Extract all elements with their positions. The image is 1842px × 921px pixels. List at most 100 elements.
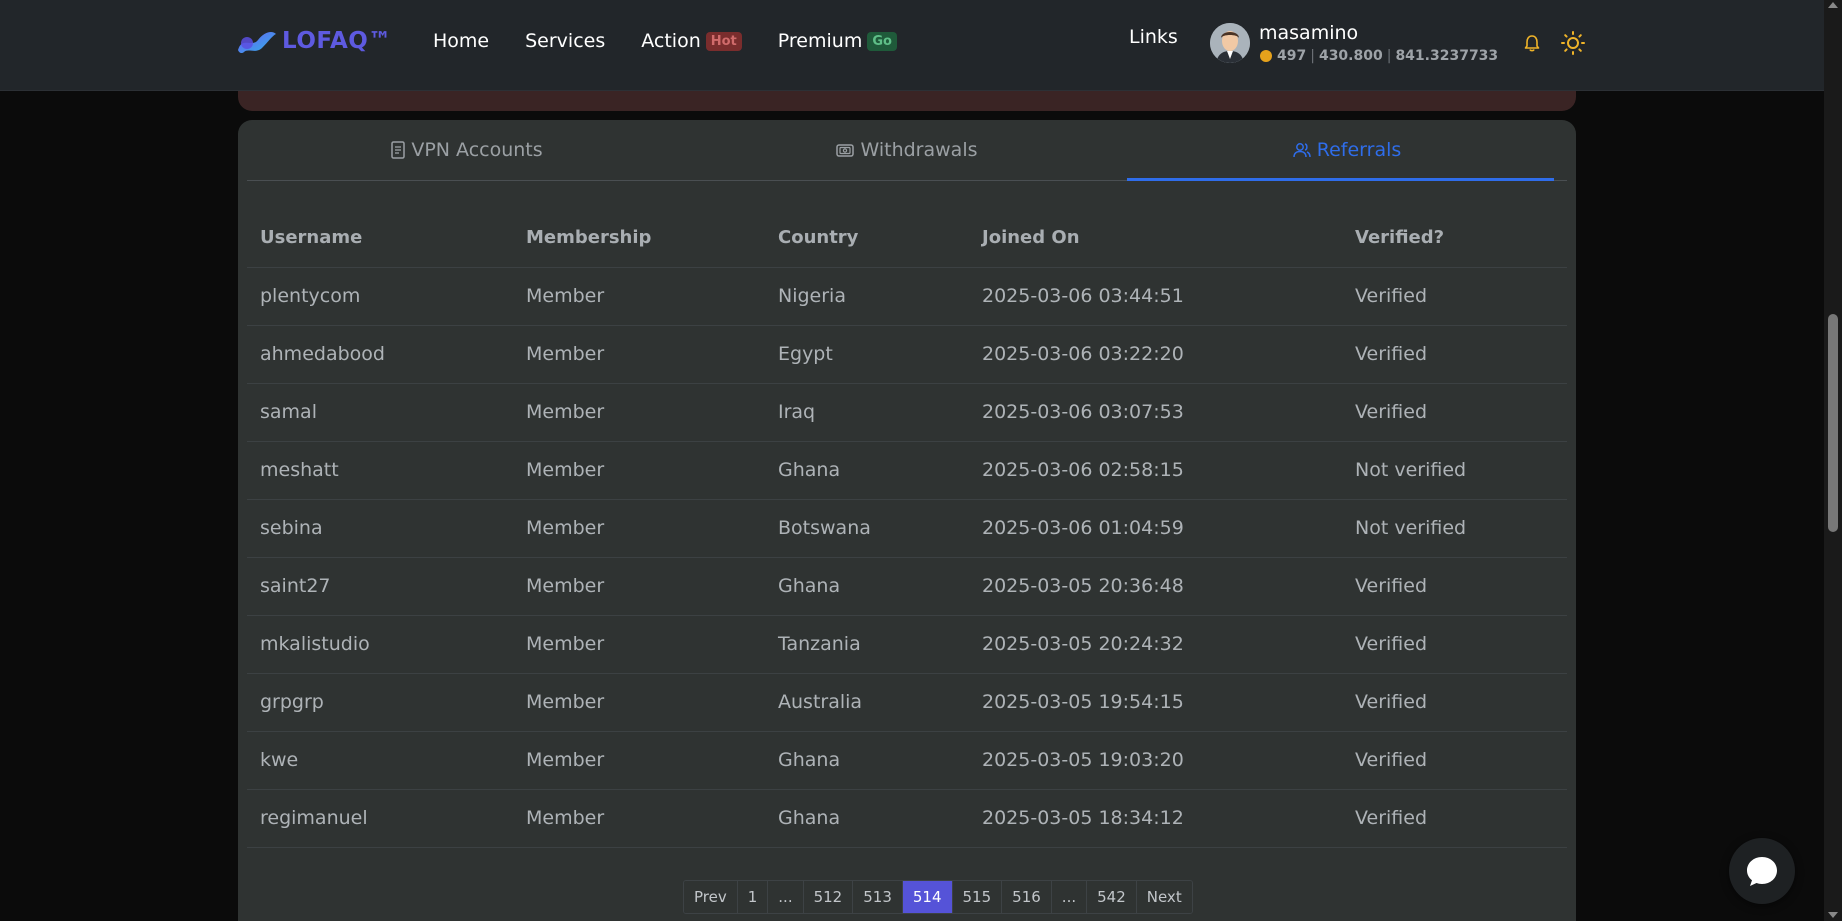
table-row: plentycom Member Nigeria 2025-03-06 03:4… xyxy=(247,267,1567,326)
page-scrollbar[interactable] xyxy=(1824,0,1842,921)
nav-premium[interactable]: Premium Go xyxy=(778,30,897,52)
main-nav: Home Services Action Hot Premium Go xyxy=(433,30,933,52)
cell-joined-on: 2025-03-06 01:04:59 xyxy=(969,499,1342,558)
cell-joined-on: 2025-03-06 03:22:20 xyxy=(969,325,1342,384)
brand-logo-icon xyxy=(238,32,276,54)
avatar[interactable] xyxy=(1210,23,1250,63)
tab-bar: VPN Accounts Withdrawals Referrals xyxy=(247,120,1567,181)
chat-bubble-icon xyxy=(1747,857,1777,886)
cell-username: plentycom xyxy=(247,267,513,326)
coin-icon xyxy=(1260,50,1272,62)
cell-verified: Verified xyxy=(1342,789,1567,848)
cell-membership: Member xyxy=(513,441,765,500)
nav-services[interactable]: Services xyxy=(525,30,605,52)
cell-username: grpgrp xyxy=(247,673,513,732)
cell-joined-on: 2025-03-05 20:36:48 xyxy=(969,557,1342,616)
cell-verified: Verified xyxy=(1342,615,1567,674)
page-button[interactable]: 512 xyxy=(803,881,854,913)
sun-icon[interactable] xyxy=(1561,31,1585,55)
table-row: kwe Member Ghana 2025-03-05 19:03:20 Ver… xyxy=(247,731,1567,790)
chat-button[interactable] xyxy=(1729,838,1795,904)
cell-country: Ghana xyxy=(765,731,969,790)
bell-icon[interactable] xyxy=(1524,34,1540,52)
cell-country: Nigeria xyxy=(765,267,969,326)
scrollbar-thumb[interactable] xyxy=(1828,314,1838,532)
cell-country: Ghana xyxy=(765,789,969,848)
cell-username: mkalistudio xyxy=(247,615,513,674)
cell-country: Australia xyxy=(765,673,969,732)
tab-vpn-accounts[interactable]: VPN Accounts xyxy=(247,120,687,180)
cell-verified: Verified xyxy=(1342,325,1567,384)
page-button-current[interactable]: 514 xyxy=(902,881,953,913)
table-row: regimanuel Member Ghana 2025-03-05 18:34… xyxy=(247,789,1567,848)
cell-verified: Verified xyxy=(1342,557,1567,616)
nav-services-label: Services xyxy=(525,30,606,52)
divider: | xyxy=(1310,48,1315,64)
page-button[interactable]: 513 xyxy=(853,881,903,913)
user-name: masamino xyxy=(1259,22,1359,44)
hot-badge: Hot xyxy=(705,31,742,51)
avatar-image xyxy=(1210,23,1250,63)
nav-links[interactable]: Links xyxy=(1129,26,1178,48)
cell-verified: Verified xyxy=(1342,673,1567,732)
cell-joined-on: 2025-03-05 18:34:12 xyxy=(969,789,1342,848)
cell-membership: Member xyxy=(513,267,765,326)
cell-username: samal xyxy=(247,383,513,442)
cell-country: Ghana xyxy=(765,441,969,500)
table-row: mkalistudio Member Tanzania 2025-03-05 2… xyxy=(247,615,1567,674)
nav-action[interactable]: Action Hot xyxy=(641,30,742,52)
cell-country: Botswana xyxy=(765,499,969,558)
nav-action-label: Action xyxy=(641,30,701,52)
tab-referrals-label: Referrals xyxy=(1316,139,1402,161)
scroll-down-icon[interactable] xyxy=(1828,912,1838,918)
tab-withdrawals-label: Withdrawals xyxy=(860,139,978,161)
table-header-row: Username Membership Country Joined On Ve… xyxy=(247,208,1567,268)
col-username[interactable]: Username xyxy=(247,208,513,268)
page-next-button[interactable]: Next xyxy=(1136,881,1192,913)
page-prev-button[interactable]: Prev xyxy=(684,881,738,913)
page-button[interactable]: 1 xyxy=(737,881,769,913)
page-ellipsis: ... xyxy=(1051,881,1088,913)
page-button[interactable]: 516 xyxy=(1002,881,1052,913)
scroll-up-icon[interactable] xyxy=(1828,2,1838,8)
users-icon xyxy=(1292,143,1311,158)
cell-joined-on: 2025-03-05 19:54:15 xyxy=(969,673,1342,732)
table-row: saint27 Member Ghana 2025-03-05 20:36:48… xyxy=(247,557,1567,616)
nav-home[interactable]: Home xyxy=(433,30,489,52)
brand[interactable]: LOFAQ™ xyxy=(236,26,392,56)
cell-membership: Member xyxy=(513,731,765,790)
cell-country: Iraq xyxy=(765,383,969,442)
cell-verified: Verified xyxy=(1342,731,1567,790)
cell-username: saint27 xyxy=(247,557,513,616)
divider: | xyxy=(1386,48,1392,64)
cell-membership: Member xyxy=(513,615,765,674)
coin-count: 497 xyxy=(1277,48,1307,64)
cell-username: kwe xyxy=(247,731,513,790)
page-button[interactable]: 515 xyxy=(952,881,1003,913)
cell-username: sebina xyxy=(247,499,513,558)
table-row: ahmedabood Member Egypt 2025-03-06 03:22… xyxy=(247,325,1567,384)
brand-name: LOFAQ™ xyxy=(282,28,392,54)
cell-username: meshatt xyxy=(247,441,513,500)
table-row: grpgrp Member Australia 2025-03-05 19:54… xyxy=(247,673,1567,732)
nav-home-label: Home xyxy=(433,30,490,52)
document-icon xyxy=(391,141,406,159)
tab-withdrawals[interactable]: Withdrawals xyxy=(687,120,1127,180)
col-joined-on[interactable]: Joined On xyxy=(969,208,1342,268)
cell-membership: Member xyxy=(513,383,765,442)
cell-joined-on: 2025-03-06 03:07:53 xyxy=(969,383,1342,442)
cell-joined-on: 2025-03-05 19:03:20 xyxy=(969,731,1342,790)
top-navbar: LOFAQ™ Home Services Action Hot Premium … xyxy=(0,0,1824,91)
page-button[interactable]: 542 xyxy=(1087,881,1137,913)
cell-username: ahmedabood xyxy=(247,325,513,384)
col-verified[interactable]: Verified? xyxy=(1342,208,1567,268)
cell-joined-on: 2025-03-06 02:58:15 xyxy=(969,441,1342,500)
col-country[interactable]: Country xyxy=(765,208,969,268)
cell-membership: Member xyxy=(513,789,765,848)
go-badge: Go xyxy=(867,31,897,51)
cell-verified: Verified xyxy=(1342,383,1567,442)
cell-verified: Not verified xyxy=(1342,499,1567,558)
tab-referrals[interactable]: Referrals xyxy=(1127,120,1567,181)
col-membership[interactable]: Membership xyxy=(513,208,765,268)
table-row: meshatt Member Ghana 2025-03-06 02:58:15… xyxy=(247,441,1567,500)
